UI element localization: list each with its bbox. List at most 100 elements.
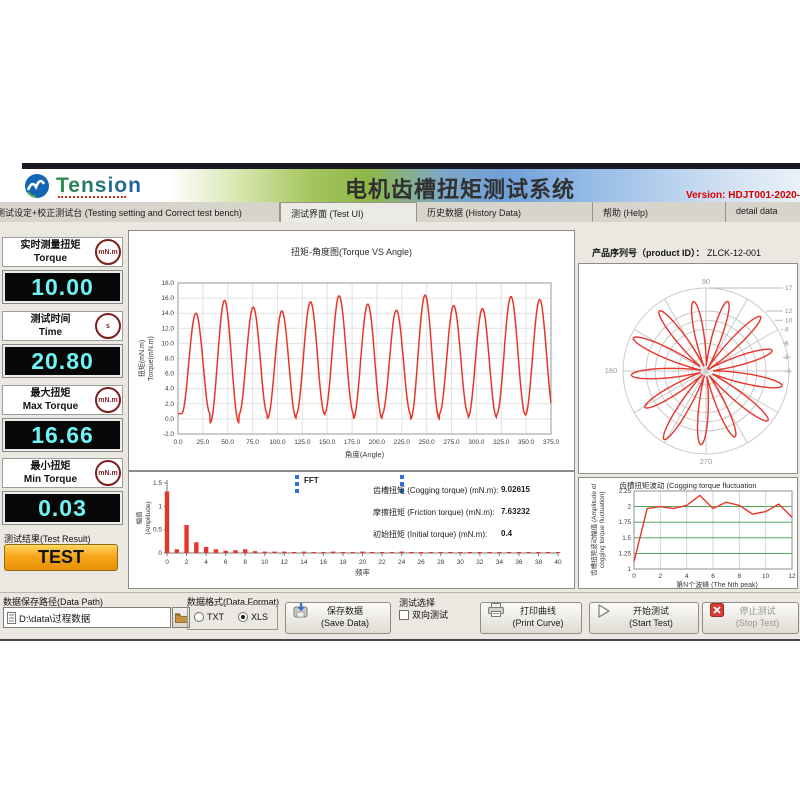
tab-test-setting[interactable]: 测试设定+校正测试台 (Testing setting and Correct … [0, 202, 280, 222]
stop-test-button[interactable]: 停止测试(Stop Test) [702, 602, 799, 634]
stop-x-icon [710, 603, 724, 617]
max-torque-display: 16.66 [2, 418, 123, 452]
radio-circle-icon [238, 612, 248, 622]
svg-text:16: 16 [320, 559, 328, 566]
unit-badge: mN.m [95, 460, 121, 486]
svg-text:第N个波峰 (The Nth peak): 第N个波峰 (The Nth peak) [676, 580, 758, 588]
svg-text:8: 8 [785, 327, 789, 334]
svg-text:34: 34 [496, 559, 504, 566]
torque-angle-chart-panel: 扭矩-角度图(Torque VS Angle) 0.025.050.075.01… [128, 230, 575, 471]
svg-text:16.0: 16.0 [161, 295, 174, 302]
svg-text:6: 6 [711, 573, 715, 580]
svg-text:38: 38 [535, 559, 543, 566]
initial-torque-row: 初始扭矩 (Initial torque) (mN.m):0.4 [373, 529, 543, 540]
svg-text:12: 12 [785, 308, 793, 315]
svg-text:1.5: 1.5 [153, 480, 162, 487]
svg-text:1: 1 [158, 503, 162, 510]
svg-text:175.0: 175.0 [344, 439, 361, 446]
checkbox-icon [399, 610, 409, 620]
svg-text:0.0: 0.0 [173, 439, 182, 446]
tab-test-ui[interactable]: 测试界面 (Test UI) [280, 202, 417, 222]
min-torque-display: 0.03 [2, 491, 123, 525]
max-torque-gauge-label: 最大扭矩 Max Torque mN.m [2, 385, 123, 415]
svg-text:150.0: 150.0 [319, 439, 336, 446]
torque-angle-chart: 0.025.050.075.0100.0125.0150.0175.0200.0… [129, 231, 574, 470]
svg-text:1.5: 1.5 [622, 535, 631, 542]
svg-text:50.0: 50.0 [221, 439, 234, 446]
tab-detail-data[interactable]: detail data [726, 202, 800, 222]
test-result-button[interactable]: TEST [4, 544, 118, 571]
unit-badge: mN.m [95, 387, 121, 413]
svg-text:2: 2 [627, 504, 631, 511]
svg-text:275.0: 275.0 [443, 439, 460, 446]
svg-text:18: 18 [339, 559, 347, 566]
logo-text: Tension [56, 174, 142, 198]
data-path-input[interactable]: D:\data\过程数据 [3, 607, 171, 628]
svg-text:40: 40 [554, 559, 562, 566]
tension-logo: Tension [24, 172, 142, 199]
torque-gauge-label: 实时测量扭矩 Torque mN.m [2, 237, 123, 267]
svg-text:5: 5 [785, 340, 789, 347]
printer-icon [488, 603, 504, 617]
tab-bar: 测试设定+校正测试台 (Testing setting and Correct … [0, 202, 800, 222]
svg-text:12: 12 [281, 559, 289, 566]
svg-text:125.0: 125.0 [294, 439, 311, 446]
svg-text:0.0: 0.0 [165, 416, 174, 423]
svg-text:180: 180 [605, 366, 618, 375]
divider [0, 592, 800, 593]
svg-text:26: 26 [418, 559, 426, 566]
svg-text:75.0: 75.0 [246, 439, 259, 446]
svg-text:2: 2 [659, 573, 663, 580]
svg-text:225.0: 225.0 [394, 439, 411, 446]
play-icon [597, 603, 612, 619]
svg-text:270: 270 [700, 457, 713, 466]
svg-text:扭矩(mN.m): 扭矩(mN.m) [137, 340, 146, 377]
radio-txt[interactable]: TXT [194, 612, 224, 622]
svg-text:4.0: 4.0 [165, 386, 174, 393]
svg-text:8: 8 [738, 573, 742, 580]
svg-text:14.0: 14.0 [161, 310, 174, 317]
svg-text:2.25: 2.25 [619, 488, 632, 495]
product-id: 产品序列号（product ID）： ZLCK-12-001 [592, 246, 761, 259]
svg-text:0: 0 [158, 550, 162, 557]
svg-text:10: 10 [261, 559, 269, 566]
fft-legend: FFT [304, 476, 319, 485]
svg-text:6.0: 6.0 [165, 371, 174, 378]
svg-text:8: 8 [243, 559, 247, 566]
cogging-torque-row: 齿槽扭矩 (Cogging torque) (mN.m):9.02615 [373, 485, 543, 496]
path-glyph-icon [7, 612, 16, 624]
save-icon [293, 603, 309, 618]
svg-text:12: 12 [788, 573, 796, 580]
radio-circle-icon [194, 612, 204, 622]
print-curve-button[interactable]: 打印曲线(Print Curve) [480, 602, 582, 634]
radio-xls[interactable]: XLS [238, 612, 268, 622]
svg-text:角度(Angle): 角度(Angle) [345, 449, 385, 459]
svg-text:0: 0 [632, 573, 636, 580]
friction-torque-row: 摩擦扭矩 (Friction torque) (mN.m):7.63232 [373, 507, 543, 518]
svg-text:17: 17 [785, 285, 793, 292]
svg-text:20: 20 [359, 559, 367, 566]
fluctuation-chart: 02468101211.251.51.7522.25第N个波峰 (The Nth… [579, 478, 797, 588]
svg-text:10: 10 [762, 573, 770, 580]
svg-text:300.0: 300.0 [468, 439, 485, 446]
svg-text:0: 0 [165, 559, 169, 566]
tab-help[interactable]: 帮助 (Help) [593, 202, 726, 222]
tab-history-data[interactable]: 历史数据 (History Data) [417, 202, 593, 222]
bidirectional-checkbox[interactable]: 双向测试 [399, 608, 448, 621]
svg-text:90: 90 [702, 277, 710, 286]
svg-text:2.0: 2.0 [165, 401, 174, 408]
time-gauge-label: 测试时间 Time s [2, 311, 123, 341]
polar-chart-panel: 171210852-190180270 [578, 263, 798, 474]
svg-text:25.0: 25.0 [197, 439, 210, 446]
svg-text:Torque(mN.m): Torque(mN.m) [148, 336, 155, 381]
window-bottom-edge [0, 639, 800, 641]
version-text: Version: HDJT001-2020-102 [686, 190, 800, 201]
svg-text:8.0: 8.0 [165, 356, 174, 363]
svg-text:-1: -1 [785, 368, 791, 375]
svg-text:1.25: 1.25 [619, 550, 632, 557]
svg-text:200.0: 200.0 [369, 439, 386, 446]
start-test-button[interactable]: 开始测试(Start Test) [589, 602, 699, 634]
save-data-button[interactable]: 保存数据(Save Data) [285, 602, 391, 634]
svg-text:32: 32 [476, 559, 484, 566]
svg-text:频率: 频率 [355, 567, 370, 577]
